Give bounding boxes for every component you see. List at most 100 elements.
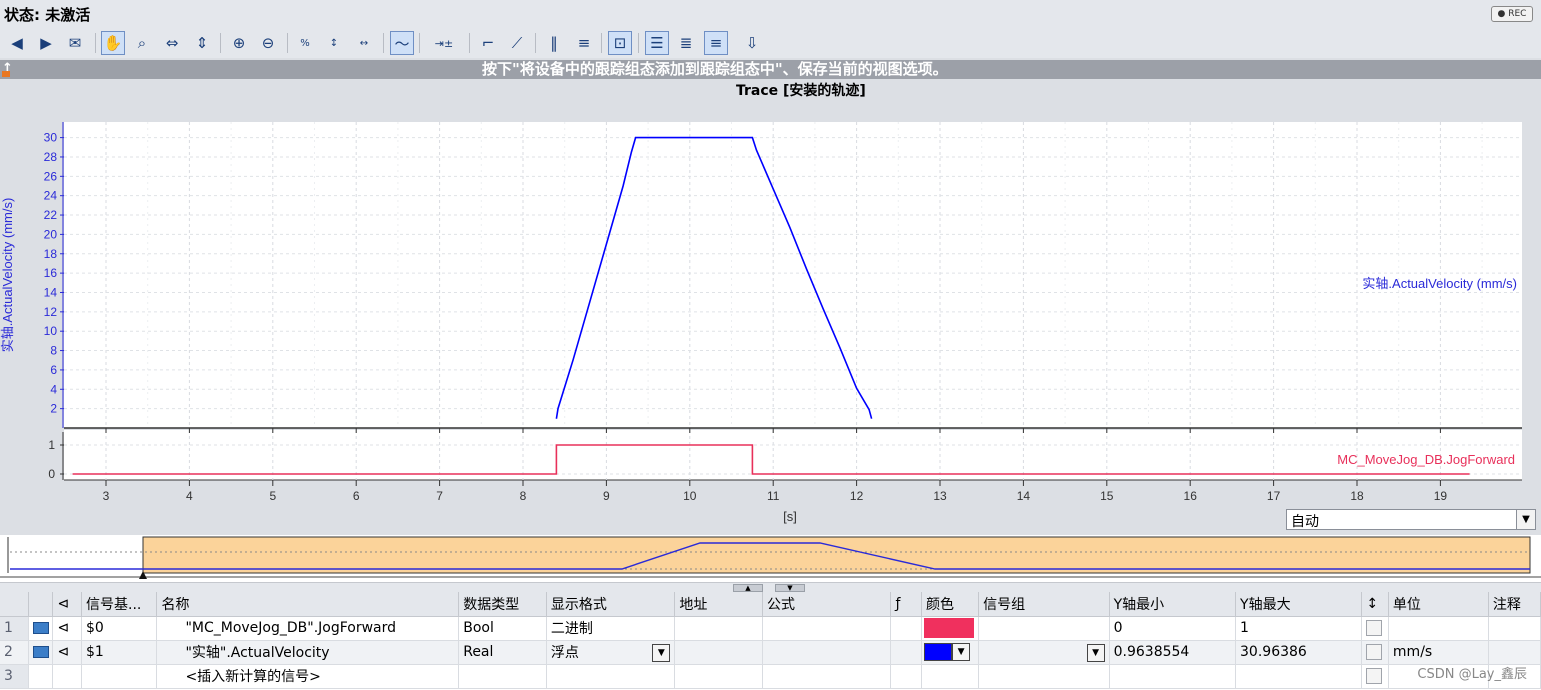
jog-plot-bg: [64, 430, 1522, 480]
trace-chart[interactable]: 24681012141618202224262830 01 3 4 5 6 7 8 9 10 1…: [0, 0, 1541, 590]
chevron-down-icon[interactable]: ▼: [952, 643, 971, 661]
autoscale-checkbox[interactable]: [1366, 620, 1383, 636]
group-cell[interactable]: ▼: [978, 640, 1110, 665]
address-cell: [674, 664, 764, 689]
header-formula[interactable]: 公式: [762, 592, 892, 617]
splitter[interactable]: ▲ ▼: [0, 582, 1541, 592]
header-format[interactable]: 显示格式: [546, 592, 676, 617]
datatype-cell: [458, 664, 547, 689]
row-number: 1: [0, 616, 30, 641]
insert-signal-cell[interactable]: <插入新计算的信号>: [156, 664, 460, 689]
color-cell[interactable]: ▼: [921, 640, 980, 665]
ymin-cell: [1109, 664, 1237, 689]
split-up-icon[interactable]: ▲: [733, 584, 763, 592]
datatype-cell: Bool: [458, 616, 547, 641]
signal-cell: [81, 664, 158, 689]
velocity-plot-bg: [64, 122, 1522, 428]
header-address[interactable]: 地址: [674, 592, 764, 617]
name-cell[interactable]: "MC_MoveJog_DB".JogForward: [156, 616, 460, 641]
overview-window[interactable]: [142, 536, 1531, 574]
group-cell[interactable]: [978, 616, 1110, 641]
header-icon-col: [28, 592, 54, 617]
formula-cell[interactable]: [762, 616, 892, 641]
header-datatype[interactable]: 数据类型: [458, 592, 547, 617]
signal-cell: $1: [81, 640, 158, 665]
x-tick-label: 15: [1100, 489, 1114, 503]
row-number: 3: [0, 664, 30, 689]
formula-flag-cell: [890, 616, 923, 641]
x-tick-label: 8: [520, 489, 527, 503]
header-signal[interactable]: 信号基...: [81, 592, 158, 617]
ymin-cell[interactable]: 0: [1109, 616, 1237, 641]
y-tick-label: 22: [44, 208, 58, 222]
header-ymin[interactable]: Y轴最小: [1109, 592, 1237, 617]
jog-series-label: MC_MoveJog_DB.JogForward: [1337, 452, 1515, 467]
autoscale-cell[interactable]: [1361, 616, 1389, 641]
x-tick-label: 11: [767, 489, 780, 503]
autoscale-checkbox[interactable]: [1366, 668, 1383, 684]
ymin-cell[interactable]: 0.9638554: [1109, 640, 1237, 665]
formula-flag-cell: [890, 664, 923, 689]
signal-type-icon: [33, 622, 50, 634]
table-row[interactable]: 1 ⊲ $0 "MC_MoveJog_DB".JogForward Bool 二…: [0, 616, 1541, 641]
autoscale-cell[interactable]: [1361, 664, 1389, 689]
header-name[interactable]: 名称: [156, 592, 460, 617]
x-tick-label: 9: [603, 489, 610, 503]
table-row[interactable]: 2 ⊲ $1 "实轴".ActualVelocity Real 浮点 ▼ ▼ ▼ …: [0, 640, 1541, 665]
color-swatch[interactable]: [924, 618, 975, 638]
header-unit[interactable]: 单位: [1388, 592, 1489, 617]
velocity-series-label: 实轴.ActualVelocity (mm/s): [1362, 276, 1517, 291]
y-tick-label: 4: [50, 382, 57, 396]
ymax-cell[interactable]: 1: [1235, 616, 1363, 641]
table-row[interactable]: 3 <插入新计算的信号>: [0, 664, 1541, 689]
ymax-cell: [1235, 664, 1363, 689]
autoscale-checkbox[interactable]: [1366, 644, 1383, 660]
y-tick-label: 1: [48, 438, 55, 452]
name-cell[interactable]: "实轴".ActualVelocity: [156, 640, 460, 665]
overview-strip[interactable]: [0, 535, 1541, 585]
ymax-cell[interactable]: 30.96386: [1235, 640, 1363, 665]
x-tick-label: 19: [1434, 489, 1448, 503]
split-down-icon[interactable]: ▼: [775, 584, 805, 592]
watermark: CSDN @Lay_鑫辰: [1417, 667, 1527, 682]
datatype-cell: Real: [458, 640, 547, 665]
y-tick-label: 28: [44, 150, 58, 164]
header-group[interactable]: 信号组: [978, 592, 1110, 617]
header-color[interactable]: 颜色: [921, 592, 980, 617]
comment-cell[interactable]: [1488, 616, 1541, 641]
color-swatch[interactable]: [924, 643, 953, 661]
y-tick-label: 20: [44, 227, 58, 241]
timebase-dropdown[interactable]: 自动 ▼: [1286, 509, 1536, 530]
header-comment[interactable]: 注释: [1488, 592, 1541, 617]
format-cell[interactable]: 二进制: [546, 616, 676, 641]
color-cell: [921, 664, 980, 689]
autoscale-cell[interactable]: [1361, 640, 1389, 665]
unit-cell: mm/s: [1388, 640, 1489, 665]
chevron-down-icon[interactable]: ▼: [1086, 643, 1105, 662]
x-tick-label: 4: [186, 489, 193, 503]
x-tick-label: 10: [683, 489, 697, 503]
y-tick-label: 2: [50, 402, 57, 416]
signal-icon: [52, 664, 83, 689]
signal-type-icon: [33, 646, 50, 658]
y-tick-label: 10: [44, 324, 58, 338]
color-cell[interactable]: [921, 616, 980, 641]
address-cell: [674, 616, 764, 641]
formula-icon[interactable]: ƒ: [890, 592, 923, 617]
x-tick-label: 5: [269, 489, 276, 503]
format-cell[interactable]: 浮点 ▼: [546, 640, 676, 665]
velocity-y-ticks: 24681012141618202224262830: [44, 122, 64, 428]
header-corner: [0, 592, 30, 617]
chevron-down-icon[interactable]: ▼: [652, 643, 671, 662]
signal-icon: ⊲: [52, 640, 83, 665]
formula-cell[interactable]: [762, 640, 892, 665]
chevron-down-icon[interactable]: ▼: [1516, 510, 1535, 529]
x-tick-label: 12: [850, 489, 864, 503]
x-tick-label: 14: [1017, 489, 1031, 503]
format-cell: [546, 664, 676, 689]
header-ymax[interactable]: Y轴最大: [1235, 592, 1363, 617]
y-tick-label: 8: [50, 344, 57, 358]
y-scale-icon[interactable]: ↕: [1361, 592, 1389, 617]
comment-cell[interactable]: [1488, 640, 1541, 665]
timebase-value: 自动: [1291, 514, 1319, 530]
